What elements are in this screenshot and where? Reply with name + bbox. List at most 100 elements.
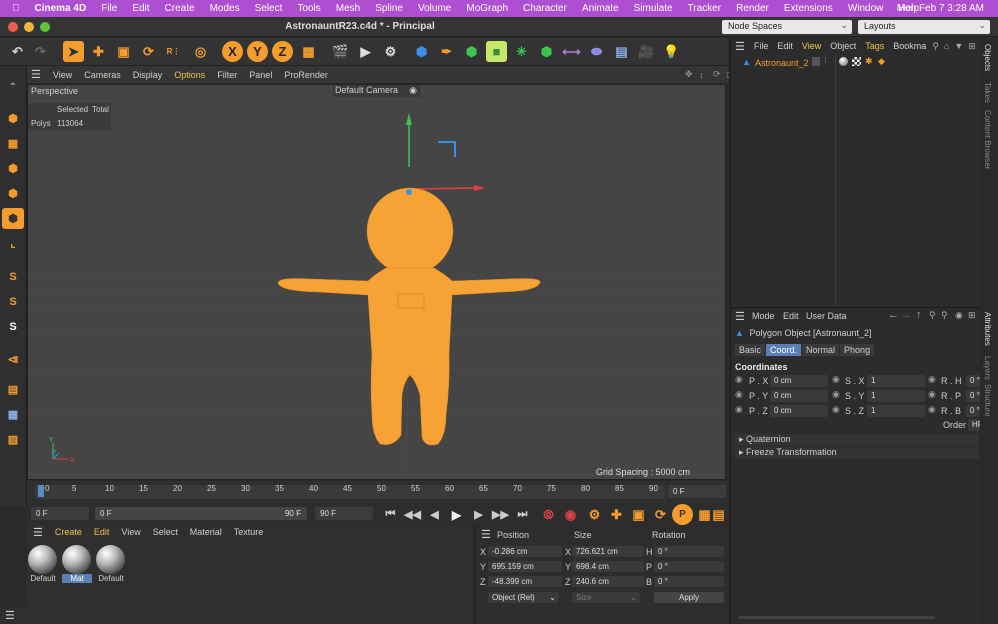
menu-file[interactable]: File [101,3,117,14]
zoom-view-icon[interactable]: ↕ [699,70,704,80]
key-parameter-button[interactable]: P [672,504,693,525]
hamburger-icon[interactable]: ☰ [31,68,41,81]
rotation-h-field[interactable]: 0 ° [654,546,724,557]
material-menu-view[interactable]: View [121,527,140,537]
side-tab-objects[interactable]: Objects [983,44,992,71]
param-field[interactable]: 0 ° [966,390,980,402]
material-menu-texture[interactable]: Texture [234,527,264,537]
floor-button[interactable]: ▤ [611,41,632,62]
viewport-menu-options[interactable]: Options [174,70,205,80]
param-field[interactable]: 0 ° [966,375,980,387]
position-z-field[interactable]: -48.399 cm [488,576,562,587]
workplane-button[interactable]: ▤ [2,379,24,400]
new-window-icon[interactable]: ⊞ [968,310,976,321]
hamburger-icon[interactable]: ☰ [735,40,745,53]
snap-button[interactable]: S [2,266,24,287]
position-x-field[interactable]: -0.286 cm [488,546,562,557]
point-mode-button[interactable]: ⬢ [2,158,24,179]
object-name[interactable]: Astronaunt_2 [755,58,809,68]
home-icon[interactable]: ⌂ [944,41,949,51]
cloner-button[interactable]: ✳ [511,41,532,62]
anim-dot-icon[interactable]: ◉ [928,404,936,415]
render-settings-button[interactable]: ⚙ [380,41,401,62]
redo-button[interactable]: ↷ [30,41,51,62]
object-menu-view[interactable]: View [802,41,821,51]
anim-dot-icon[interactable]: ◉ [832,389,840,400]
scale-tool-button[interactable]: ▣ [113,41,134,62]
anim-dot-icon[interactable]: ◉ [735,404,743,415]
anim-dot-icon[interactable]: ◉ [928,374,936,385]
viewport-menu-display[interactable]: Display [133,70,163,80]
select-tool-button[interactable]: ➤ [63,41,84,62]
param-field[interactable]: 0 ° [966,405,980,417]
deformer-button[interactable]: ⟷ [561,41,582,62]
size-x-field[interactable]: 726.621 cm [572,546,644,557]
axis-mode-button[interactable]: ⌞ [2,233,24,254]
anim-dot-icon[interactable]: ◉ [832,404,840,415]
menu-spline[interactable]: Spline [375,3,403,14]
material-menu-material[interactable]: Material [190,527,222,537]
menu-window[interactable]: Window [848,3,884,14]
apply-button[interactable]: Apply [654,592,724,603]
up-arrow-icon[interactable]: ↑ [916,309,922,321]
param-field[interactable]: 1 [867,375,925,387]
timeline-ruler[interactable]: 0 5 10 15 20 25 30 35 40 45 50 55 60 65 … [27,481,728,503]
record-button[interactable]: ⦾ [538,504,559,525]
checker-tag-icon[interactable] [852,57,861,66]
viewport-menu-panel[interactable]: Panel [249,70,272,80]
tab-normal[interactable]: Normal [802,344,840,356]
autokey-button[interactable]: ◉ [560,504,581,525]
object-menu-edit[interactable]: Edit [777,41,793,51]
material-menu-create[interactable]: Create [55,527,82,537]
app-menu[interactable]: Cinema 4D [35,3,87,14]
mograph-button[interactable]: ⬢ [536,41,557,62]
menu-edit[interactable]: Edit [132,3,149,14]
back-arrow-icon[interactable]: ← [888,309,899,321]
pen-spline-button[interactable]: ✒ [436,41,457,62]
size-mode-dropdown[interactable]: Size ⌄ [572,592,640,603]
menu-select[interactable]: Select [255,3,283,14]
3d-viewport[interactable]: Y Z X Perspective Default Camera ◉ Select… [27,84,726,480]
side-tab-layers[interactable]: Layers [983,356,992,380]
tab-basic[interactable]: Basic [735,344,766,356]
tab-phong[interactable]: Phong [840,344,875,356]
viewport-menu-filter[interactable]: Filter [217,70,237,80]
recent-tools-button[interactable]: R⋮ [163,41,184,62]
menu-mograph[interactable]: MoGraph [466,3,508,14]
step-forward-button[interactable]: ▶ [468,504,489,525]
axis-x-lock-button[interactable]: X [222,41,243,62]
menu-mesh[interactable]: Mesh [336,3,360,14]
solo-button[interactable]: ▨ [2,429,24,450]
snap-settings-button[interactable]: S [2,291,24,312]
object-menu-file[interactable]: File [754,41,769,51]
edge-mode-button[interactable]: ⬢ [2,183,24,204]
menu-extensions[interactable]: Extensions [784,3,833,14]
settings-icon[interactable]: ◉ [955,310,963,321]
live-select-button[interactable]: ◎ [190,41,211,62]
hamburger-icon[interactable]: ☰ [5,609,15,622]
forward-arrow-icon[interactable]: → [901,309,912,321]
menu-character[interactable]: Character [523,3,567,14]
menu-tracker[interactable]: Tracker [688,3,722,14]
phong-tag-icon[interactable]: ◆ [878,56,885,67]
material-item[interactable]: Default [28,545,58,593]
search-icon[interactable]: ⚲ [929,310,936,321]
anim-dot-icon[interactable]: ◉ [735,389,743,400]
play-button[interactable]: ▶ [446,504,467,525]
snap-quantize-button[interactable]: S [2,316,24,337]
param-field[interactable]: 1 [867,405,925,417]
axis-z-lock-button[interactable]: Z [272,41,293,62]
hamburger-icon[interactable]: ☰ [33,526,43,539]
side-tab-content-browser[interactable]: Content Browser [983,110,992,170]
side-tab-attributes[interactable]: Attributes [983,312,992,346]
object-menu-tags[interactable]: Tags [865,41,884,51]
key-scale-button[interactable]: ▣ [628,504,649,525]
axis-y-lock-button[interactable]: Y [247,41,268,62]
apple-icon[interactable]:  [12,3,20,14]
lock-icon[interactable]: ⚲ [941,310,948,321]
camera-selector[interactable]: Default Camera ◉ [333,85,421,97]
tab-coord[interactable]: Coord. [766,344,802,356]
end-frame-field[interactable]: 90 F [315,507,373,520]
side-tab-structure[interactable]: Structure [983,384,992,416]
size-y-field[interactable]: 698.4 cm [572,561,644,572]
